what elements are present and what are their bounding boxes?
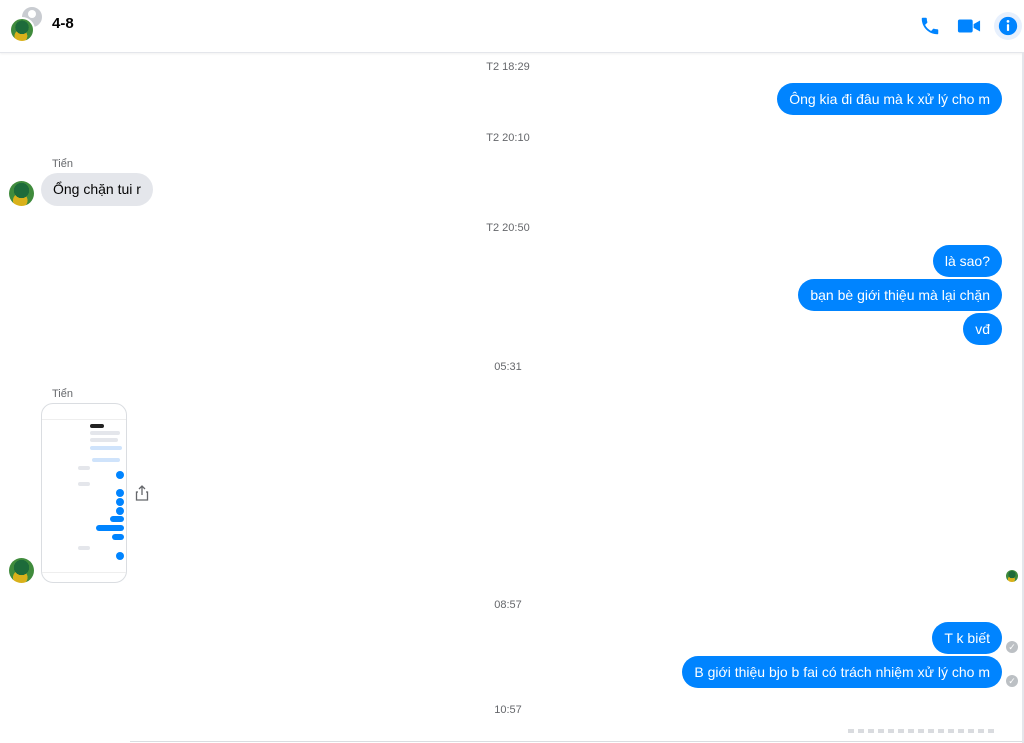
message-bubble-outgoing[interactable]: B giới thiệu bjo b fai có trách nhiệm xử… — [682, 656, 1002, 688]
image-line — [90, 446, 122, 450]
screenshot-image[interactable] — [41, 403, 127, 583]
phone-icon — [921, 17, 939, 35]
share-icon — [135, 485, 149, 501]
message-bubble-outgoing[interactable]: là sao? — [932, 245, 1002, 277]
image-bubble — [116, 471, 124, 479]
message-bubble-outgoing[interactable]: bạn bè giới thiệu mà lại chặn — [798, 279, 1002, 311]
contact-avatar[interactable] — [9, 558, 34, 583]
image-line — [90, 438, 118, 442]
image-line — [78, 466, 90, 470]
conversation-title[interactable]: 4-8 — [52, 15, 74, 32]
info-icon — [998, 16, 1018, 36]
timestamp: 08:57 — [494, 599, 522, 611]
truncated-content — [848, 729, 996, 733]
timestamp: T2 20:50 — [486, 222, 530, 234]
contact-avatar[interactable] — [9, 181, 34, 206]
call-button[interactable] — [916, 12, 944, 40]
timestamp: T2 18:29 — [486, 61, 530, 73]
video-camera-icon — [957, 19, 981, 33]
message-bubble-incoming[interactable]: Ổng chặn tui r — [41, 173, 153, 206]
chat-header: 4-8 — [0, 0, 1024, 53]
delivered-check-icon: ✓ — [1006, 675, 1018, 687]
image-bubble — [110, 516, 124, 522]
message-bubble-outgoing[interactable]: Ông kia đi đâu mà k xử lý cho m — [777, 83, 1002, 115]
image-top-bar — [42, 404, 126, 420]
image-bubble — [116, 498, 124, 506]
image-block — [90, 424, 104, 428]
share-button[interactable] — [133, 484, 151, 502]
image-line — [90, 431, 120, 435]
info-button[interactable] — [994, 12, 1022, 40]
image-bubble — [112, 534, 124, 540]
image-line — [78, 482, 90, 486]
image-line — [92, 458, 120, 462]
seen-avatar-indicator — [1006, 570, 1018, 582]
video-call-button[interactable] — [955, 12, 983, 40]
message-bubble-outgoing[interactable]: T k biết — [932, 622, 1002, 654]
composer-divider — [130, 741, 1024, 742]
timestamp: T2 20:10 — [486, 132, 530, 144]
member-avatar — [9, 17, 35, 43]
image-bubble — [116, 507, 124, 515]
image-bubble — [116, 552, 124, 560]
image-line — [78, 546, 90, 550]
sender-name: Tiển — [52, 158, 73, 170]
image-bubble — [96, 525, 124, 531]
delivered-check-icon: ✓ — [1006, 641, 1018, 653]
image-bottom-bar — [42, 572, 126, 582]
sender-name: Tiển — [52, 388, 73, 400]
group-avatar[interactable] — [8, 5, 48, 45]
timestamp: 05:31 — [494, 361, 522, 373]
image-bubble — [116, 489, 124, 497]
timestamp: 10:57 — [494, 704, 522, 716]
message-bubble-outgoing[interactable]: vđ — [963, 313, 1002, 345]
